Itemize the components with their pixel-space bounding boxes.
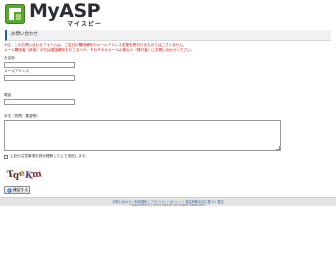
email-label: メールアドレス bbox=[4, 69, 30, 73]
agree-label: 上記の注意事項を読み理解した上で送信します。 bbox=[10, 154, 89, 158]
footer-copyright: Copyright (C) 2024 MyASP All Rights Rese… bbox=[130, 203, 206, 207]
arrow-right-icon bbox=[7, 187, 12, 193]
page-title-bar: お問い合わせ bbox=[5, 30, 331, 41]
agree-row[interactable]: 上記の注意事項を読み理解した上で送信します。 bbox=[4, 154, 89, 159]
notice-text: ※注：このお問い合わせフォームは、ご自分の購読解除やメールアドレス変更を受付ける… bbox=[4, 43, 332, 53]
notice-line: メール購読者（読者）の方は直接解除をおこなうか、それぞれのメールの差出人（発行者… bbox=[4, 48, 195, 52]
page-title: お問い合わせ bbox=[11, 32, 38, 37]
phone-field[interactable] bbox=[4, 99, 75, 105]
logo-subtitle: マイスピー bbox=[67, 21, 102, 28]
myasp-logo[interactable]: MyASP マイスピー bbox=[5, 0, 115, 28]
email-field[interactable] bbox=[4, 75, 75, 81]
message-label: 本文（質問、要望等） bbox=[4, 114, 40, 118]
captcha-image: T q e K m bbox=[5, 166, 43, 181]
name-label: お名前 bbox=[4, 56, 15, 60]
resize-grip-icon[interactable] bbox=[276, 146, 280, 150]
confirm-button[interactable]: 確認する bbox=[4, 186, 30, 194]
footer: お問い合わせ | 利用規約 | プライバシーポリシー | 特定商取引法に基づく表… bbox=[0, 197, 336, 207]
confirm-button-label: 確認する bbox=[13, 187, 29, 192]
logo-mark-icon bbox=[5, 4, 25, 24]
message-textarea[interactable] bbox=[4, 120, 281, 151]
name-field[interactable] bbox=[4, 62, 75, 68]
agree-checkbox[interactable] bbox=[4, 154, 8, 159]
svg-text:m: m bbox=[32, 169, 43, 180]
logo-name: MyASP bbox=[29, 0, 101, 22]
phone-label: 電話 bbox=[4, 93, 12, 97]
